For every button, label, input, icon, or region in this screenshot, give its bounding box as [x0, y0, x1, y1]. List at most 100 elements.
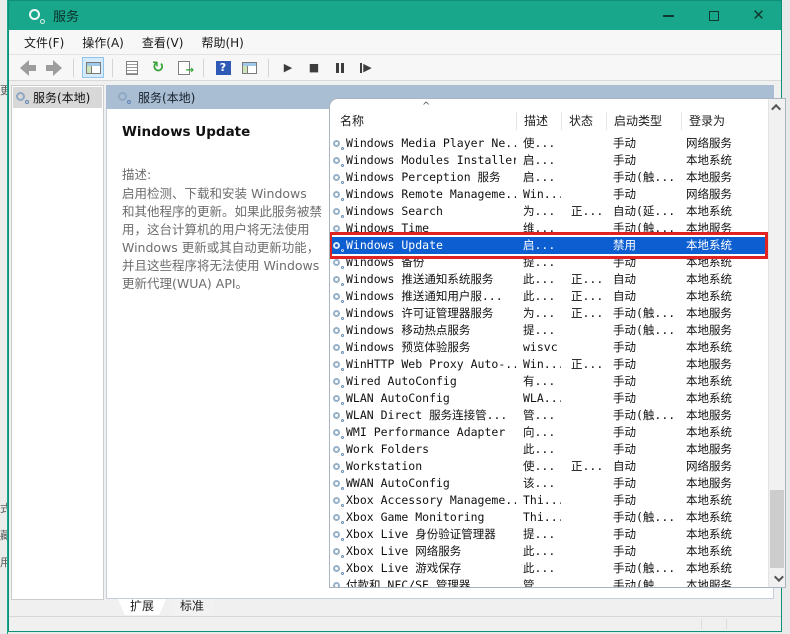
scroll-up-button[interactable] [769, 99, 785, 116]
column-header-logon[interactable]: 登录为 [681, 112, 765, 130]
table-row[interactable]: Windows Media Player Ne...使...手动网络服务 [330, 135, 768, 152]
cell-logon: 本地服务 [681, 305, 766, 322]
cell-name: Wired AutoConfig [330, 373, 516, 390]
cell-startup: 自动 [606, 288, 681, 305]
table-row[interactable]: WMI Performance Adapter向...手动本地系统 [330, 424, 768, 441]
cell-status [561, 577, 606, 587]
service-detail: Windows Update 描述: 启用检测、下载和安装 Windows 和其… [122, 124, 322, 293]
status-divider [701, 619, 702, 629]
column-header-status[interactable]: 状态 [561, 112, 606, 130]
service-gear-icon [332, 359, 344, 371]
window-controls: ✕ [646, 1, 781, 30]
menu-file[interactable]: 文件(F) [15, 31, 73, 54]
maximize-button[interactable] [691, 1, 736, 30]
pause-service-button[interactable] [329, 57, 351, 78]
vertical-scrollbar[interactable] [768, 99, 785, 587]
export-list-button[interactable]: → [173, 57, 195, 78]
console-tree-icon [86, 62, 101, 74]
start-service-button[interactable]: ▶ [277, 57, 299, 78]
service-gear-icon [332, 257, 344, 269]
stop-service-button[interactable]: ■ [303, 57, 325, 78]
forward-button[interactable] [43, 57, 65, 78]
minimize-button[interactable] [646, 1, 691, 30]
services-gear-icon [118, 91, 131, 104]
table-row[interactable]: WLAN AutoConfigWLA...手动本地系统 [330, 390, 768, 407]
cell-status [561, 254, 606, 271]
table-row[interactable]: Work Folders此...手动本地服务 [330, 441, 768, 458]
tab-standard[interactable]: 标准 [168, 599, 216, 615]
menu-help[interactable]: 帮助(H) [192, 31, 252, 54]
column-header-startup[interactable]: 启动类型 [606, 112, 681, 130]
cell-logon: 本地系统 [681, 339, 766, 356]
service-description: 启用检测、下载和安装 Windows 和其他程序的更新。如果此服务被禁用，这台计… [122, 185, 322, 293]
title-bar[interactable]: 服务 ✕ [9, 1, 781, 30]
cell-name: Windows 推送通知用户服... [330, 288, 516, 305]
table-row[interactable]: Windows Search为...正...自动(延...本地系统 [330, 203, 768, 220]
table-row[interactable]: Windows 推送通知用户服...此...正...自动本地系统 [330, 288, 768, 305]
table-row[interactable]: Windows Time维...手动(触...本地服务 [330, 220, 768, 237]
cell-startup: 手动 [606, 424, 681, 441]
cell-desc: WLA... [516, 390, 561, 407]
table-row[interactable]: Windows Perception 服务启...手动(触...本地服务 [330, 169, 768, 186]
scroll-down-button[interactable] [769, 570, 785, 587]
scrollbar-thumb[interactable] [770, 490, 784, 568]
table-row[interactable]: WinHTTP Web Proxy Auto-...Win...正...手动本地… [330, 356, 768, 373]
restart-service-button[interactable]: ▶ [355, 57, 377, 78]
cell-startup: 手动 [606, 254, 681, 271]
table-row[interactable]: Xbox Game MonitoringThi...手动(触...本地系统 [330, 509, 768, 526]
column-header-name[interactable]: 名称 [330, 112, 516, 130]
table-row[interactable]: Xbox Live 身份验证管理器提...手动本地系统 [330, 526, 768, 543]
table-row[interactable]: 付款和 NFC/SE 管理器管...手动(触...本地服务 [330, 577, 768, 587]
table-row[interactable]: Workstation使...正...自动网络服务 [330, 458, 768, 475]
table-row[interactable]: Windows Update启...禁用本地系统 [330, 237, 768, 254]
help-button[interactable]: ? [212, 57, 234, 78]
cell-logon: 本地服务 [681, 441, 766, 458]
extended-view-button[interactable] [238, 57, 260, 78]
cell-name: Windows 移动热点服务 [330, 322, 516, 339]
cell-name: Windows 许可证管理器服务 [330, 305, 516, 322]
menu-action[interactable]: 操作(A) [73, 31, 133, 54]
table-row[interactable]: Windows Remote Manageme...Win...手动网络服务 [330, 186, 768, 203]
table-row[interactable]: Windows 推送通知系统服务此...正...自动本地系统 [330, 271, 768, 288]
refresh-button[interactable]: ↻ [147, 57, 169, 78]
table-row[interactable]: Windows 备份提...手动本地系统 [330, 254, 768, 271]
cell-startup: 手动(触... [606, 305, 681, 322]
cell-name: Windows Remote Manageme... [330, 186, 516, 203]
tree-item-services-local[interactable]: 服务(本地) [13, 87, 102, 108]
table-row[interactable]: Xbox Live 游戏保存此...手动(触...本地系统 [330, 560, 768, 577]
table-row[interactable]: Windows 许可证管理器服务为...正...手动(触...本地服务 [330, 305, 768, 322]
service-gear-icon [332, 427, 344, 439]
service-gear-icon [332, 376, 344, 388]
cell-desc: 启... [516, 169, 561, 186]
cell-status [561, 169, 606, 186]
cell-desc: 管... [516, 577, 561, 587]
cell-status [561, 424, 606, 441]
cell-status [561, 407, 606, 424]
table-row[interactable]: WWAN AutoConfig该...手动本地服务 [330, 475, 768, 492]
table-row[interactable]: Windows 预览体验服务wisvc手动本地系统 [330, 339, 768, 356]
cell-name: Windows Search [330, 203, 516, 220]
cell-logon: 本地系统 [681, 492, 766, 509]
extended-view-icon [242, 62, 257, 74]
cell-startup: 手动 [606, 441, 681, 458]
cell-desc: 启... [516, 237, 561, 254]
service-gear-icon [332, 495, 344, 507]
cell-desc: 启... [516, 152, 561, 169]
column-header-desc[interactable]: 描述 [516, 112, 561, 130]
table-row[interactable]: Windows 移动热点服务提...手动(触...本地服务 [330, 322, 768, 339]
tab-extended[interactable]: 扩展 [118, 599, 166, 615]
properties-button[interactable] [121, 57, 143, 78]
sort-ascending-icon: ^ [422, 101, 430, 112]
show-console-tree-button[interactable] [82, 57, 104, 78]
back-button[interactable] [17, 57, 39, 78]
service-gear-icon [332, 580, 344, 588]
table-row[interactable]: Xbox Accessory Manageme...Thi...手动本地系统 [330, 492, 768, 509]
cell-logon: 网络服务 [681, 186, 766, 203]
close-button[interactable]: ✕ [736, 1, 781, 30]
table-row[interactable]: Xbox Live 网络服务此...手动本地系统 [330, 543, 768, 560]
table-row[interactable]: Wired AutoConfig有...手动本地系统 [330, 373, 768, 390]
menu-view[interactable]: 查看(V) [133, 31, 193, 54]
table-row[interactable]: Windows Modules Installer启...手动本地系统 [330, 152, 768, 169]
table-row[interactable]: WLAN Direct 服务连接管...管...手动(触...本地服务 [330, 407, 768, 424]
cell-startup: 手动 [606, 135, 681, 152]
